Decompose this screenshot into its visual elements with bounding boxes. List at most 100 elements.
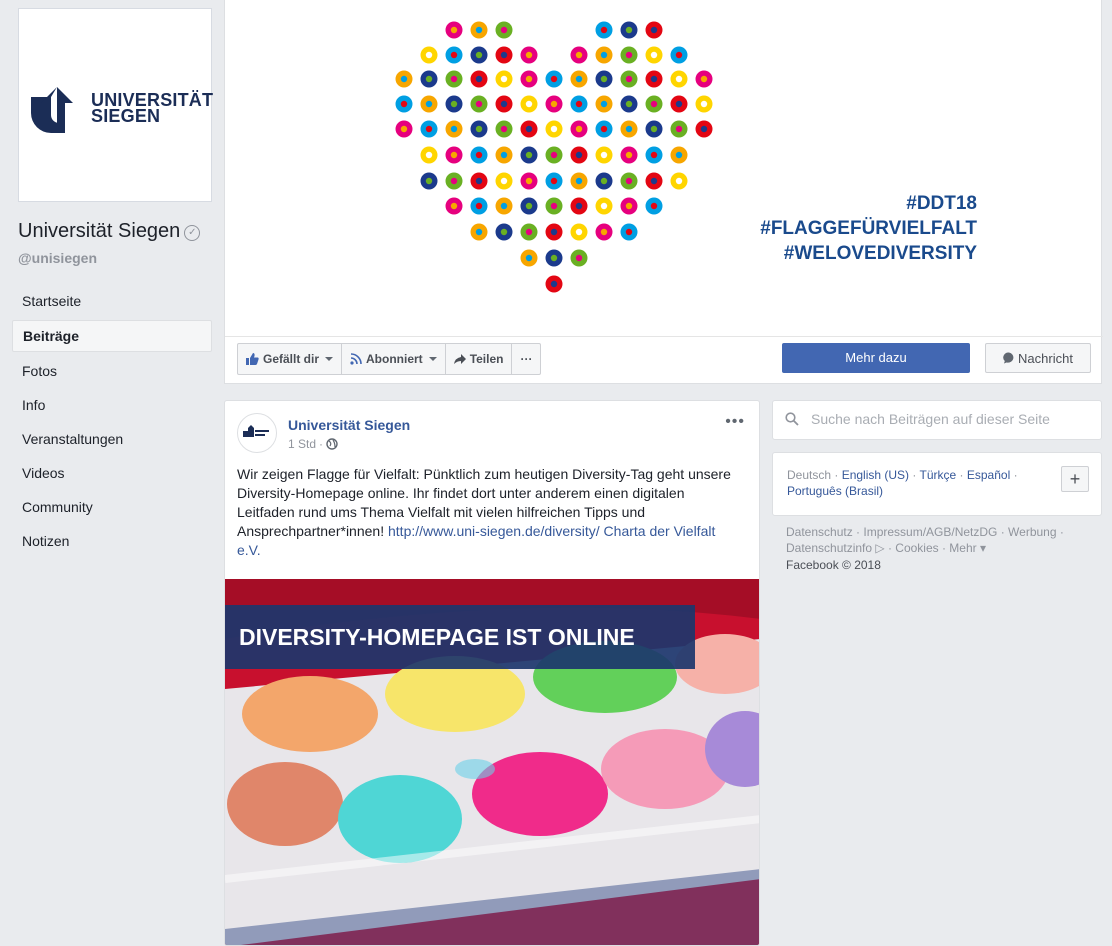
nav-item-notizen[interactable]: Notizen [12,524,212,558]
cover-dot-center [425,177,433,185]
thumbs-up-icon [246,353,259,365]
nav-item-fotos[interactable]: Fotos [12,354,212,388]
language-link-spanish[interactable]: Español [967,468,1010,482]
cover-dot-center [625,228,633,236]
nav-item-info[interactable]: Info [12,388,212,422]
cover-dot-center [525,151,533,159]
post-author[interactable]: Universität Siegen [288,417,410,433]
globe-icon [326,438,338,450]
cover-dot-center [525,51,533,59]
cover-dot-center [550,228,558,236]
cover-dot-center [600,75,608,83]
university-logo-icon [243,425,269,437]
search-input[interactable] [809,410,1093,428]
cover-dot-center [600,100,608,108]
cover-dot-center [475,51,483,59]
cover-dot-center [625,100,633,108]
cover-dot-center [575,228,583,236]
cover-dot-center [500,228,508,236]
footer-links[interactable]: Datenschutz · Impressum/AGB/NetzDG · Wer… [786,524,1096,556]
add-language-button[interactable]: + [1061,466,1089,492]
avatar[interactable] [237,413,277,453]
messenger-icon [1003,352,1014,364]
copyright-text: Facebook © 2018 [786,558,881,572]
cover-dot-center [500,202,508,210]
cover-dot-center [525,125,533,133]
cover-dot-center [525,228,533,236]
chevron-down-icon [325,357,334,361]
share-button[interactable]: Teilen [446,344,513,374]
nav-item-veranstaltungen[interactable]: Veranstaltungen [12,422,212,456]
cover-photo[interactable] [225,0,1101,336]
cover-dot-center [625,177,633,185]
cover-dot-center [450,151,458,159]
like-button[interactable]: Gefällt dir [238,344,343,374]
cover-dot-center [650,51,658,59]
cover-dot-center [675,100,683,108]
cover-dot-center [525,177,533,185]
cover-dot-center [450,177,458,185]
image-banner: DIVERSITY-HOMEPAGE IST ONLINE [225,605,695,669]
cover-dot-center [475,100,483,108]
cover-dot-center [500,75,508,83]
cover-dot-center [500,125,508,133]
cover-dot-center [425,100,433,108]
cover-dot-center [650,202,658,210]
cover-dot-center [475,228,483,236]
language-link-english[interactable]: English (US) [842,468,909,482]
cover-dot-center [600,26,608,34]
follow-button[interactable]: Abonniert [342,344,446,374]
cover-dot-center [550,254,558,262]
logo-text: UNIVERSITÄT SIEGEN [91,90,214,126]
more-options-button[interactable]: ··· [512,344,540,374]
page-navigation: Startseite Beiträge Fotos Info Veranstal… [12,284,212,558]
post-timestamp[interactable]: 1 Std [288,437,316,451]
cover-dot-center [550,125,558,133]
cover-dot-center [625,151,633,159]
cover-dot-center [650,151,658,159]
cover-dot-center [650,125,658,133]
cover-dot-center [600,228,608,236]
cover-dot-center [500,100,508,108]
cover-dot-center [625,202,633,210]
cover-dot-center [675,75,683,83]
cover-dot-center [500,26,508,34]
cover-dot-center [600,51,608,59]
hashtag-welovediversity: #WELOVEDIVERSITY [783,243,977,264]
cover-dot-center [475,202,483,210]
cover-dot-center [550,100,558,108]
cover-dot-center [700,75,708,83]
nav-item-community[interactable]: Community [12,490,212,524]
share-arrow-icon [453,353,466,364]
cover-dot-center [500,151,508,159]
cover-dot-center [650,177,658,185]
cover-dot-center [575,202,583,210]
cover-dot-center [625,125,633,133]
cover-dot-center [475,177,483,185]
language-link-portuguese[interactable]: Português (Brasil) [787,484,883,498]
message-button[interactable]: Nachricht [985,343,1091,373]
cover-dot-center [500,51,508,59]
cover-dot-center [400,75,408,83]
cover-dot-center [550,202,558,210]
cover-dot-center [650,100,658,108]
nav-item-videos[interactable]: Videos [12,456,212,490]
nav-item-beitraege[interactable]: Beiträge [12,320,212,352]
profile-picture[interactable]: UNIVERSITÄT SIEGEN [18,8,214,202]
language-link-turkish[interactable]: Türkçe [920,468,957,482]
more-info-button[interactable]: Mehr dazu [782,343,970,373]
cover-dot-center [675,125,683,133]
cover-dot-center [475,125,483,133]
cover-dot-center [450,125,458,133]
cover-dot-center [425,125,433,133]
page-title[interactable]: Universität Siegen ✓ [18,220,201,243]
post-options-button[interactable]: ••• [725,413,745,431]
cover-dot-center [475,26,483,34]
nav-item-startseite[interactable]: Startseite [12,284,212,318]
cover-dot-center [400,100,408,108]
cover-dot-center [575,177,583,185]
cover-dot-center [625,26,633,34]
post-image[interactable]: DIVERSITY-HOMEPAGE IST ONLINE [225,579,759,945]
cover-dot-center [450,100,458,108]
post-link-diversity[interactable]: http://www.uni-siegen.de/diversity/ [388,523,600,539]
